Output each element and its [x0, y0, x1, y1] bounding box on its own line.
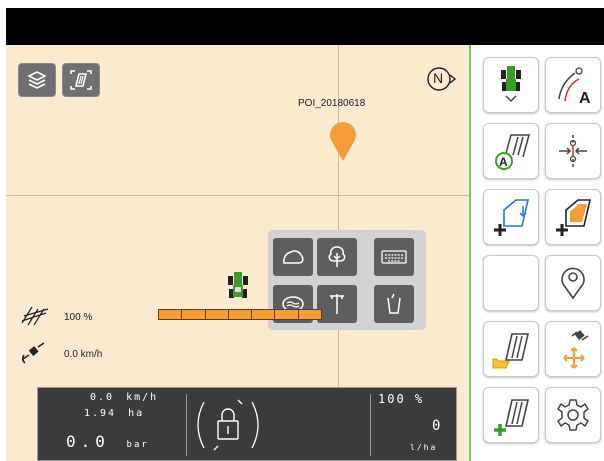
lock-gauge-icon[interactable] — [190, 390, 266, 460]
boom-section — [275, 310, 299, 319]
guidance-a-label: A — [579, 90, 591, 105]
info-divider — [370, 394, 371, 456]
map-grid-line — [6, 195, 469, 196]
new-field-icon — [494, 399, 530, 436]
settings-button[interactable] — [545, 387, 601, 443]
poi-marker-icon[interactable] — [328, 118, 358, 162]
compass-label: N — [433, 70, 444, 86]
poi-tree-button[interactable] — [317, 238, 357, 276]
track-a-button[interactable]: A — [483, 123, 539, 179]
stone-icon — [283, 250, 304, 264]
speed-value: 0.0 km/h — [64, 349, 103, 360]
pressure-readout: 0.0 bar — [66, 432, 149, 451]
track-a-label: A — [499, 155, 508, 169]
keyboard-icon — [381, 250, 407, 264]
rate-percent: 100 % — [378, 392, 425, 406]
working-width-value: 100 % — [64, 312, 93, 323]
add-field-button[interactable] — [545, 189, 601, 245]
new-field-button[interactable] — [483, 387, 539, 443]
rate-unit: l/ha — [410, 443, 438, 452]
boom-sections — [158, 309, 322, 320]
working-width-icon — [21, 306, 49, 326]
boom-section — [205, 310, 229, 319]
map-zoom-icon — [70, 70, 92, 90]
speed-readout: 0.0 km/h — [90, 392, 158, 403]
settings-gear-icon — [557, 399, 589, 431]
side-panel: A A — [469, 45, 604, 461]
area-readout-unit: ha — [128, 408, 145, 419]
track-a-icon: A — [495, 134, 530, 170]
guidance-line-a-icon: A — [558, 67, 591, 105]
add-field-boundary-icon — [494, 199, 530, 236]
location-pin-icon — [561, 267, 585, 300]
top-status-bar — [6, 8, 604, 45]
add-field-boundary-button[interactable] — [483, 189, 539, 245]
compass[interactable]: N — [424, 63, 460, 95]
pressure-readout-value: 0.0 — [66, 432, 110, 451]
poi-pole-button[interactable] — [317, 285, 357, 323]
info-bar: 0.0 km/h 1.94 ha 0.0 bar 100 % 0 l/ha — [37, 387, 457, 461]
empty-slot-button[interactable] — [483, 255, 539, 311]
location-pin-button[interactable] — [545, 255, 601, 311]
info-divider — [186, 394, 187, 456]
poi-label: POI_20180618 — [298, 98, 366, 109]
rate-value: 0 — [432, 418, 441, 434]
headland-icon — [559, 135, 587, 167]
tractor-icon — [228, 272, 248, 298]
layers-icon — [27, 71, 47, 89]
pressure-readout-unit: bar — [126, 440, 149, 450]
layers-button[interactable] — [18, 63, 56, 97]
add-field-icon — [556, 199, 592, 236]
map-zoom-button[interactable] — [62, 63, 100, 97]
load-field-icon — [492, 333, 530, 369]
boom-section — [159, 310, 183, 319]
poi-stone-button[interactable] — [273, 238, 313, 276]
boom-section — [252, 310, 276, 319]
gnss-speed-icon — [21, 342, 45, 364]
guidance-line-button[interactable]: A — [545, 57, 601, 113]
poi-keyboard-button[interactable] — [374, 238, 414, 276]
speed-readout-value: 0.0 — [90, 392, 115, 403]
area-readout: 1.94 ha — [84, 408, 144, 419]
tractor-view-icon — [501, 66, 521, 103]
tractor-view-button[interactable] — [483, 57, 539, 113]
pole-icon — [330, 294, 344, 314]
boom-section — [298, 310, 321, 319]
tree-icon — [328, 246, 346, 267]
gnss-move-button[interactable] — [545, 321, 601, 377]
gnss-move-icon — [563, 330, 589, 369]
headland-button[interactable] — [545, 123, 601, 179]
speed-readout-unit: km/h — [126, 392, 159, 403]
area-readout-value: 1.94 — [84, 408, 117, 419]
boom-section — [228, 310, 253, 319]
boom-section — [182, 310, 206, 319]
load-field-button[interactable] — [483, 321, 539, 377]
poi-trash-button[interactable] — [374, 285, 414, 323]
trash-bin-icon — [387, 293, 401, 314]
